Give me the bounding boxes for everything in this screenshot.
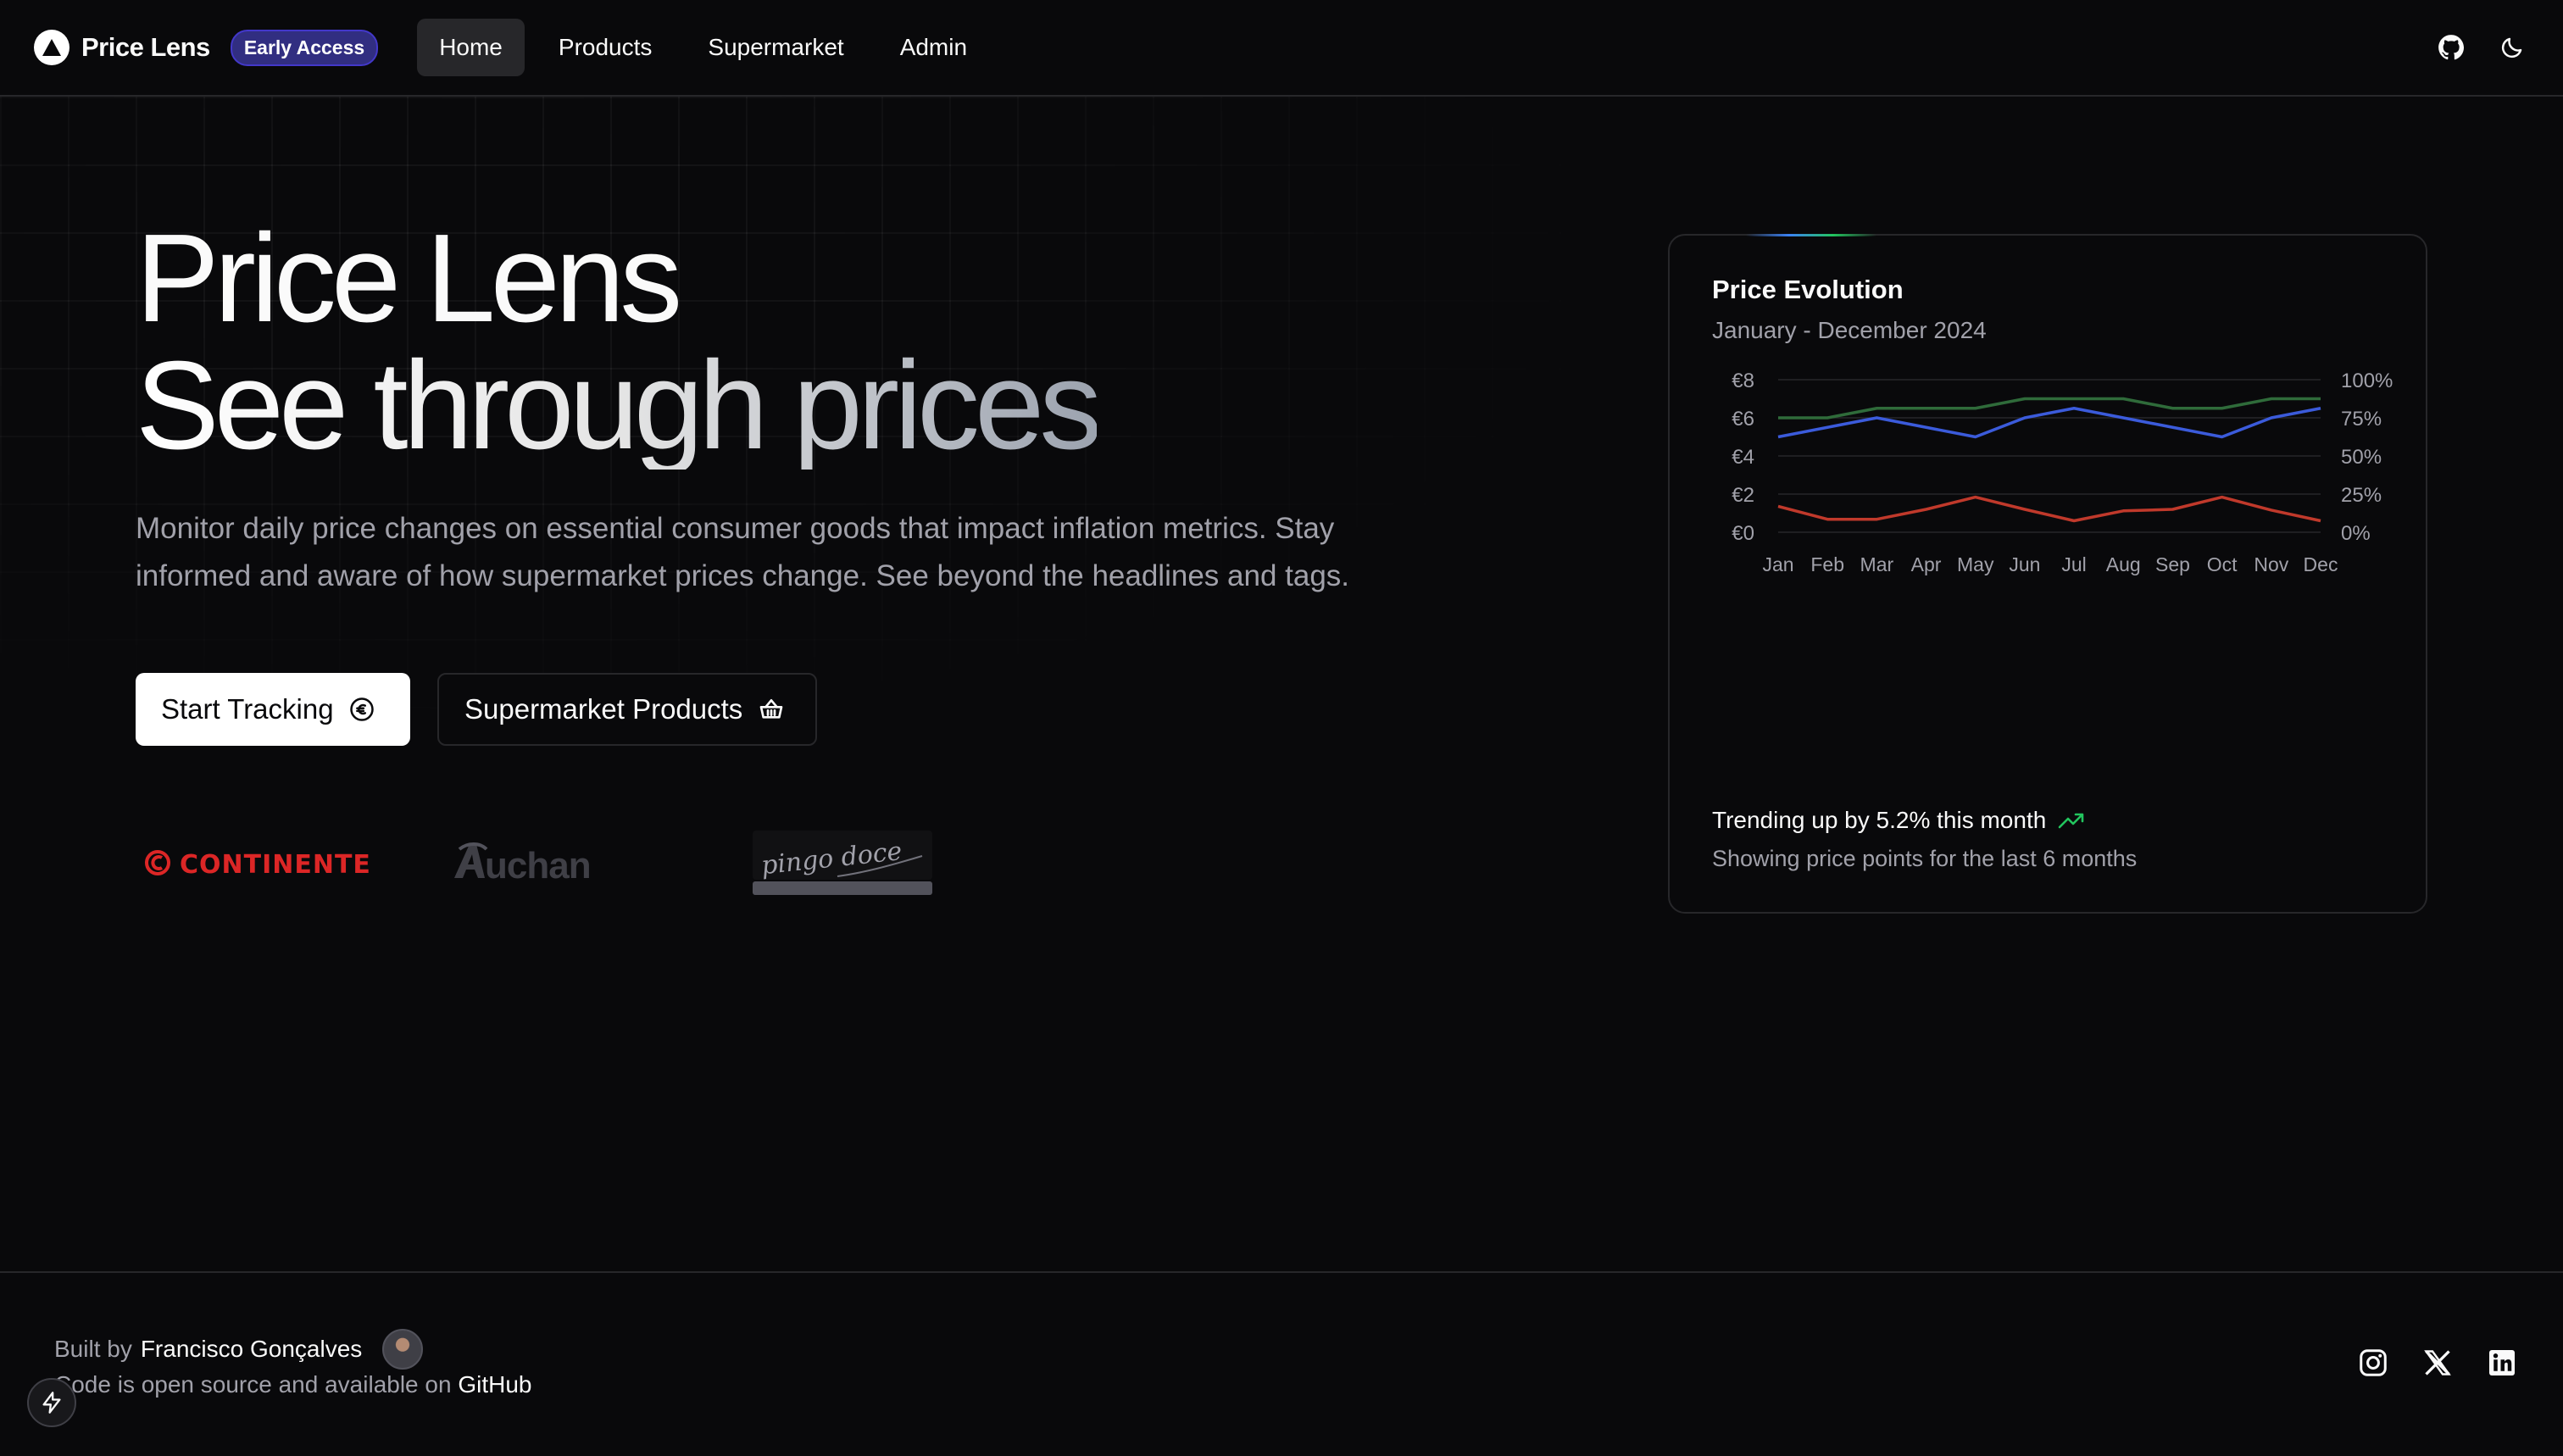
brand-name: Price Lens [81,32,210,62]
x-tick-label: Oct [2207,553,2238,575]
card-title: Price Evolution [1712,275,1904,304]
y-right-tick-label: 50% [2341,446,2382,469]
y-left-tick-label: €4 [1732,446,1754,469]
hero-title: Price Lens See through prices [136,215,1102,475]
hero-title-line2: See through prices [136,336,1102,475]
x-tick-label: Nov [2254,553,2288,575]
hero-title-line1: Price Lens [136,208,682,348]
supermarket-products-button[interactable]: Supermarket Products [437,673,817,746]
x-tick-label: Jan [1762,553,1793,575]
x-tick-label: Aug [2106,553,2141,575]
open-source-line: Code is open source and available on Git… [54,1371,532,1398]
author-link[interactable]: Francisco Gonçalves [141,1336,362,1363]
y-right-tick-label: 25% [2341,484,2382,507]
y-right-tick-label: 0% [2341,522,2371,545]
price-evolution-card: Price Evolution January - December 2024 … [1668,234,2427,914]
start-tracking-label: Start Tracking [161,693,334,725]
built-by-line: Built by Francisco Gonçalves [54,1329,424,1370]
card-footer-text: Showing price points for the last 6 mont… [1712,846,2138,871]
linkedin-icon[interactable] [2487,1348,2517,1378]
trend-text: Trending up by 5.2% this month [1712,807,2047,833]
open-source-prefix: Code is open source and available on [54,1371,452,1398]
x-tick-label: Jun [2009,553,2040,575]
basket-icon [759,699,783,719]
social-links [2358,1348,2517,1378]
moon-icon[interactable] [2495,31,2529,64]
triangle-logo-icon [34,30,69,65]
card-accent-line [1746,234,1876,236]
x-tick-label: Feb [1810,553,1844,575]
continente-logo: CONTINENTE [145,850,371,880]
x-tick-label: May [1957,553,1994,575]
euro-circle-icon [349,697,374,721]
nav-products[interactable]: Products [537,19,675,76]
auchan-logo: uchan [454,842,592,885]
y-left-tick-label: €0 [1732,522,1754,545]
github-repo-link[interactable]: GitHub [458,1371,531,1398]
x-tick-label: Mar [1860,553,1894,575]
y-left-tick-label: €2 [1732,484,1754,507]
pingo-doce-logo: pingo doce [753,831,932,895]
y-right-tick-label: 100% [2341,371,2393,392]
y-right-tick-label: 75% [2341,408,2382,431]
nav-supermarket[interactable]: Supermarket [686,19,865,76]
svg-text:uchan: uchan [485,845,591,885]
x-tick-label: Sep [2155,553,2190,575]
footer: Built by Francisco Gonçalves Code is ope… [0,1271,2563,1456]
y-left-tick-label: €8 [1732,371,1754,392]
y-left-tick-label: €6 [1732,408,1754,431]
github-icon[interactable] [2434,31,2468,64]
chart-series-line [1778,397,2321,420]
trending-up-icon [2058,813,2084,829]
svg-text:CONTINENTE: CONTINENTE [180,850,371,880]
author-avatar[interactable] [382,1329,424,1370]
x-tick-label: Apr [1911,553,1942,575]
price-chart: €0 0% €2 25% €4 50% €6 75% €8 100% Jan Feb Mar Apr May… [1732,371,2393,575]
supermarket-products-label: Supermarket Products [464,693,743,725]
x-tick-label: Dec [2304,553,2338,575]
nav-home[interactable]: Home [417,19,525,76]
x-icon[interactable] [2422,1348,2453,1378]
main-nav: Home Products Supermarket Admin [417,19,989,76]
card-subtitle: January - December 2024 [1712,317,1987,343]
chart-series-line [1777,495,2321,523]
nav-admin[interactable]: Admin [878,19,989,76]
hero-description: Monitor daily price changes on essential… [136,512,1350,592]
built-by-prefix: Built by [54,1336,132,1362]
bolt-icon[interactable] [27,1378,76,1427]
x-tick-label: Jul [2061,553,2086,575]
start-tracking-button[interactable]: Start Tracking [136,673,410,746]
early-access-badge: Early Access [230,29,379,66]
header-actions [2434,31,2529,64]
instagram-icon[interactable] [2358,1348,2388,1378]
brand[interactable]: Price Lens Early Access [34,29,379,66]
top-navbar: Price Lens Early Access Home Products Su… [0,0,2563,97]
trend-row: Trending up by 5.2% this month [1712,807,2085,834]
page: Price Lens Early Access Home Products Su… [0,0,2563,1456]
